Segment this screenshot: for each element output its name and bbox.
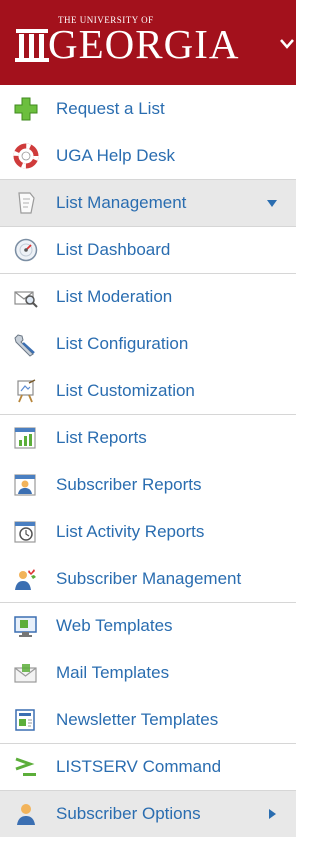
menu-item-list-activity-reports[interactable]: List Activity Reports — [0, 508, 296, 555]
menu-item-label: Request a List — [56, 98, 165, 118]
menu-item-label: List Dashboard — [56, 240, 171, 259]
menu-item-listserv-command[interactable]: LISTSERV Command — [0, 743, 296, 790]
web-template-icon — [14, 616, 37, 637]
users-icon — [15, 568, 36, 590]
uga-header: THE UNIVERSITY OF GEORGIA — [0, 0, 296, 85]
menu-item-web-templates[interactable]: Web Templates — [0, 602, 296, 649]
menu-item-help-desk[interactable]: UGA Help Desk — [0, 132, 296, 179]
user-report-icon — [14, 473, 36, 496]
menu-item-subscriber-reports[interactable]: Subscriber Reports — [0, 461, 296, 508]
menu-item-list-reports[interactable]: List Reports — [0, 414, 296, 461]
paper-icon — [18, 192, 35, 214]
user-icon — [17, 804, 35, 825]
caret-down-icon[interactable] — [266, 197, 278, 209]
easel-icon — [17, 378, 36, 402]
menu-item-list-dashboard[interactable]: List Dashboard — [0, 226, 296, 273]
mail-template-icon — [14, 663, 37, 683]
menu-item-label: List Configuration — [56, 333, 189, 353]
menu-item-list-moderation[interactable]: List Moderation — [0, 273, 296, 320]
menu-item-label: LISTSERV Command — [56, 757, 222, 776]
menu-item-label: List Activity Reports — [56, 521, 205, 541]
menu-item-label: Subscriber Options — [56, 804, 201, 823]
bar-report-icon — [14, 427, 36, 449]
menu-item-label: Subscriber Reports — [56, 474, 202, 494]
arch-logo-icon[interactable] — [14, 25, 50, 63]
dashboard-gauge-icon — [14, 238, 38, 262]
menu-item-subscriber-options[interactable]: Subscriber Options — [0, 790, 296, 837]
side-menu: Request a List UGA Help Desk List Manage… — [0, 85, 296, 837]
menu-item-newsletter-templates[interactable]: Newsletter Templates — [0, 696, 296, 743]
menu-item-label: List Moderation — [56, 287, 173, 306]
caret-right-icon[interactable] — [266, 808, 278, 820]
menu-item-request-list[interactable]: Request a List — [0, 85, 296, 132]
menu-item-label: Web Templates — [56, 616, 173, 635]
wrench-icon — [14, 333, 35, 357]
newsletter-template-icon — [15, 708, 35, 731]
clock-report-icon — [14, 520, 36, 543]
menu-item-label: List Reports — [56, 428, 147, 447]
menu-item-list-customization[interactable]: List Customization — [0, 367, 296, 414]
menu-item-label: Mail Templates — [56, 662, 170, 682]
lifebuoy-icon — [13, 143, 39, 168]
menu-item-label: Newsletter Templates — [56, 709, 219, 729]
menu-item-label: List Management — [56, 193, 187, 212]
plus-icon — [14, 97, 38, 120]
chevron-down-icon[interactable] — [278, 36, 296, 52]
envelope-magnifier-icon — [14, 291, 38, 308]
georgia-wordmark[interactable]: GEORGIA — [48, 22, 239, 66]
menu-item-list-management[interactable]: List Management — [0, 179, 296, 226]
menu-item-label: Subscriber Management — [56, 568, 242, 588]
menu-item-subscriber-management[interactable]: Subscriber Management — [0, 555, 296, 602]
menu-item-label: UGA Help Desk — [56, 145, 176, 165]
menu-item-list-configuration[interactable]: List Configuration — [0, 320, 296, 367]
menu-item-mail-templates[interactable]: Mail Templates — [0, 649, 296, 696]
menu-item-label: List Customization — [56, 380, 195, 400]
command-icon — [15, 757, 36, 776]
